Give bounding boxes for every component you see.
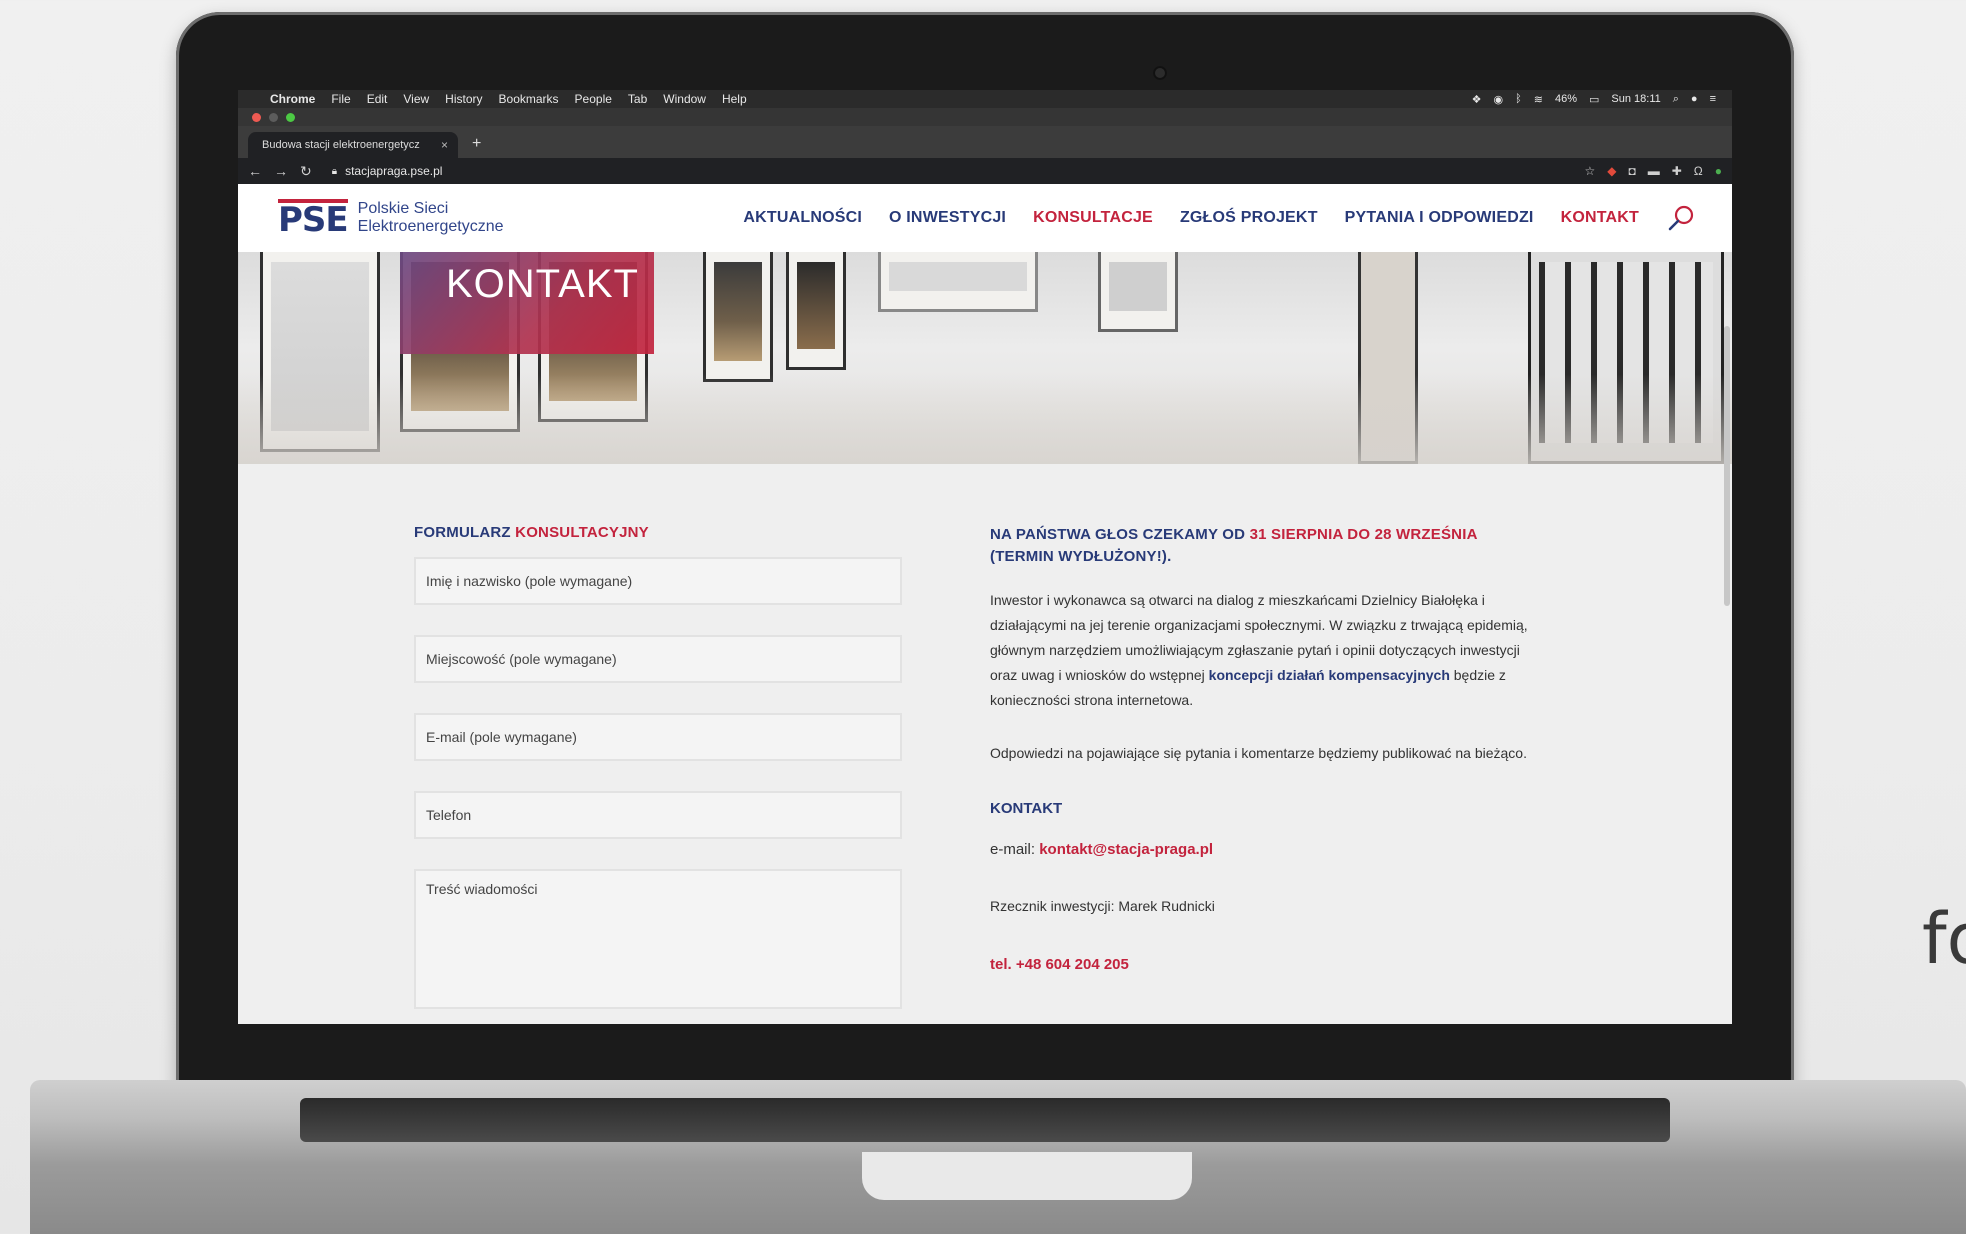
logo-text: Polskie Sieci Elektroenergetyczne	[358, 200, 504, 235]
hero-cabinet-image	[878, 252, 1038, 312]
macos-menubar: Chrome File Edit View History Bookmarks …	[238, 90, 1732, 108]
menu-bookmarks[interactable]: Bookmarks	[499, 92, 559, 106]
nav-zglos-projekt[interactable]: ZGŁOŚ PROJEKT	[1180, 209, 1318, 227]
tab-title: Budowa stacji elektroenergetycz	[262, 139, 420, 151]
nav-pytania[interactable]: PYTANIA I ODPOWIEDZI	[1345, 209, 1534, 227]
phone-field[interactable]	[414, 791, 902, 839]
profile-avatar-icon[interactable]: ●	[1715, 164, 1722, 178]
pse-logo[interactable]: PSE Polskie Sieci Elektroenergetyczne	[278, 199, 504, 237]
info-title: NA PAŃSTWA GŁOS CZEKAMY OD 31 SIERPNIA D…	[990, 524, 1530, 568]
extension-icon[interactable]: ▬	[1648, 164, 1660, 178]
menu-file[interactable]: File	[331, 92, 350, 106]
headphones-icon[interactable]: Ω	[1694, 164, 1703, 178]
menu-people[interactable]: People	[575, 92, 612, 106]
menu-history[interactable]: History	[445, 92, 482, 106]
tab-strip: Budowa stacji elektroenergetycz × +	[238, 126, 1732, 158]
tab-close-icon[interactable]: ×	[441, 138, 448, 152]
puzzle-icon[interactable]: ✚	[1672, 164, 1682, 178]
compensation-concept-link[interactable]: koncepcji działań kompensacyjnych	[1209, 667, 1450, 683]
lid-notch	[862, 1152, 1192, 1200]
hero-floor	[238, 374, 1732, 464]
battery-percent: 46%	[1554, 93, 1577, 105]
camera-icon	[1153, 66, 1167, 80]
nav-aktualnosci[interactable]: AKTUALNOŚCI	[743, 209, 862, 227]
logo-mark: PSE	[278, 199, 349, 240]
extension-icon[interactable]: ◆	[1607, 164, 1616, 178]
menu-app[interactable]: Chrome	[270, 92, 315, 106]
menu-edit[interactable]: Edit	[367, 92, 388, 106]
intro-paragraph: Inwestor i wykonawca są otwarci na dialo…	[990, 588, 1530, 713]
cc-icon[interactable]: ◉	[1494, 93, 1504, 106]
spokesperson: Rzecznik inwestycji: Marek Rudnicki	[990, 898, 1215, 914]
screen: Chrome File Edit View History Bookmarks …	[238, 90, 1732, 1024]
hero-cabinet-image	[1098, 252, 1178, 332]
form-title-part1: FORMULARZ	[414, 524, 511, 541]
reload-icon[interactable]: ↻	[300, 163, 312, 180]
clock[interactable]: Sun 18:11	[1611, 93, 1660, 105]
consultation-form: FORMULARZ KONSULTACYJNY	[414, 524, 902, 1009]
email-link[interactable]: kontakt@stacja-praga.pl	[1039, 841, 1213, 858]
menu-window[interactable]: Window	[663, 92, 706, 106]
notification-center-icon[interactable]: ≡	[1710, 93, 1716, 105]
form-title: FORMULARZ KONSULTACYJNY	[414, 524, 902, 541]
hero-cabinet-image	[786, 252, 846, 370]
logo-line1: Polskie Sieci	[357, 200, 449, 218]
logo-line2: Elektroenergetyczne	[357, 218, 504, 235]
phone-link[interactable]: tel. +48 604 204 205	[990, 956, 1530, 973]
email-label: e-mail:	[990, 841, 1036, 858]
backdrop-text: fo	[1922, 898, 1966, 980]
hero-banner: KONTAKT	[238, 252, 1732, 464]
nav-konsultacje[interactable]: KONSULTACJE	[1033, 209, 1153, 227]
extensions: ☆ ◆ ◘ ▬ ✚ Ω ●	[1584, 164, 1722, 178]
info-title-dates: 31 SIERPNIA DO 28 WRZEŚNIA	[1249, 526, 1478, 543]
info-title-part2: (TERMIN WYDŁUŻONY!).	[990, 548, 1172, 565]
url-text[interactable]: stacjapraga.pse.pl	[345, 164, 442, 178]
bluetooth-icon[interactable]: ᛒ	[1515, 93, 1522, 105]
form-title-part2: KONSULTACYJNY	[515, 524, 649, 541]
info-title-part1: NA PAŃSTWA GŁOS CZEKAMY OD	[990, 526, 1246, 543]
siri-icon[interactable]: ●	[1691, 93, 1698, 105]
menu-view[interactable]: View	[403, 92, 429, 106]
browser-tab[interactable]: Budowa stacji elektroenergetycz ×	[248, 132, 458, 158]
hero-cabinet-image	[703, 252, 773, 382]
browser-toolbar: ← → ↻ 🔒︎ stacjapraga.pse.pl ☆ ◆ ◘ ▬ ✚ Ω …	[238, 158, 1732, 184]
wifi-icon[interactable]: ≋	[1534, 93, 1543, 106]
main-nav: AKTUALNOŚCI O INWESTYCJI KONSULTACJE ZGŁ…	[743, 203, 1696, 233]
page-title: KONTAKT	[446, 262, 639, 306]
city-field[interactable]	[414, 635, 902, 683]
nav-o-inwestycji[interactable]: O INWESTYCJI	[889, 209, 1006, 227]
page-scrollbar[interactable]	[1724, 326, 1730, 606]
menu-help[interactable]: Help	[722, 92, 747, 106]
email-line: e-mail: kontakt@stacja-praga.pl	[990, 841, 1530, 858]
address-bar[interactable]: 🔒︎ stacjapraga.pse.pl	[324, 164, 1573, 178]
window-controls	[238, 108, 1732, 126]
lock-icon[interactable]: 🔒︎	[332, 166, 337, 177]
battery-icon[interactable]: ▭	[1589, 93, 1599, 106]
menu-tab[interactable]: Tab	[628, 92, 647, 106]
keyboard	[300, 1098, 1670, 1142]
answers-paragraph: Odpowiedzi na pojawiające się pytania i …	[990, 745, 1527, 761]
back-icon[interactable]: ←	[248, 163, 262, 179]
name-field[interactable]	[414, 557, 902, 605]
email-field[interactable]	[414, 713, 902, 761]
contact-heading: KONTAKT	[990, 800, 1063, 817]
new-tab-button[interactable]: +	[472, 135, 481, 153]
info-column: NA PAŃSTWA GŁOS CZEKAMY OD 31 SIERPNIA D…	[990, 524, 1530, 1009]
site-header: PSE Polskie Sieci Elektroenergetyczne AK…	[238, 184, 1732, 252]
menubar-status: ❖ ◉ ᛒ ≋ 46% ▭ Sun 18:11 ⌕ ● ≡	[1472, 93, 1716, 106]
maximize-window-button[interactable]	[286, 112, 295, 122]
main-content: FORMULARZ KONSULTACYJNY NA PAŃSTWA GŁOS …	[238, 464, 1732, 1009]
bookmark-star-icon[interactable]: ☆	[1584, 164, 1595, 178]
close-window-button[interactable]	[252, 112, 261, 122]
spotlight-icon[interactable]: ⌕	[1673, 93, 1679, 106]
camera-extension-icon[interactable]: ◘	[1628, 164, 1635, 178]
nav-kontakt[interactable]: KONTAKT	[1561, 209, 1639, 227]
message-field[interactable]	[414, 869, 902, 1009]
forward-icon[interactable]: →	[274, 163, 288, 179]
dropbox-icon[interactable]: ❖	[1472, 93, 1482, 106]
search-icon[interactable]	[1666, 203, 1696, 233]
minimize-window-button[interactable]	[269, 112, 278, 122]
